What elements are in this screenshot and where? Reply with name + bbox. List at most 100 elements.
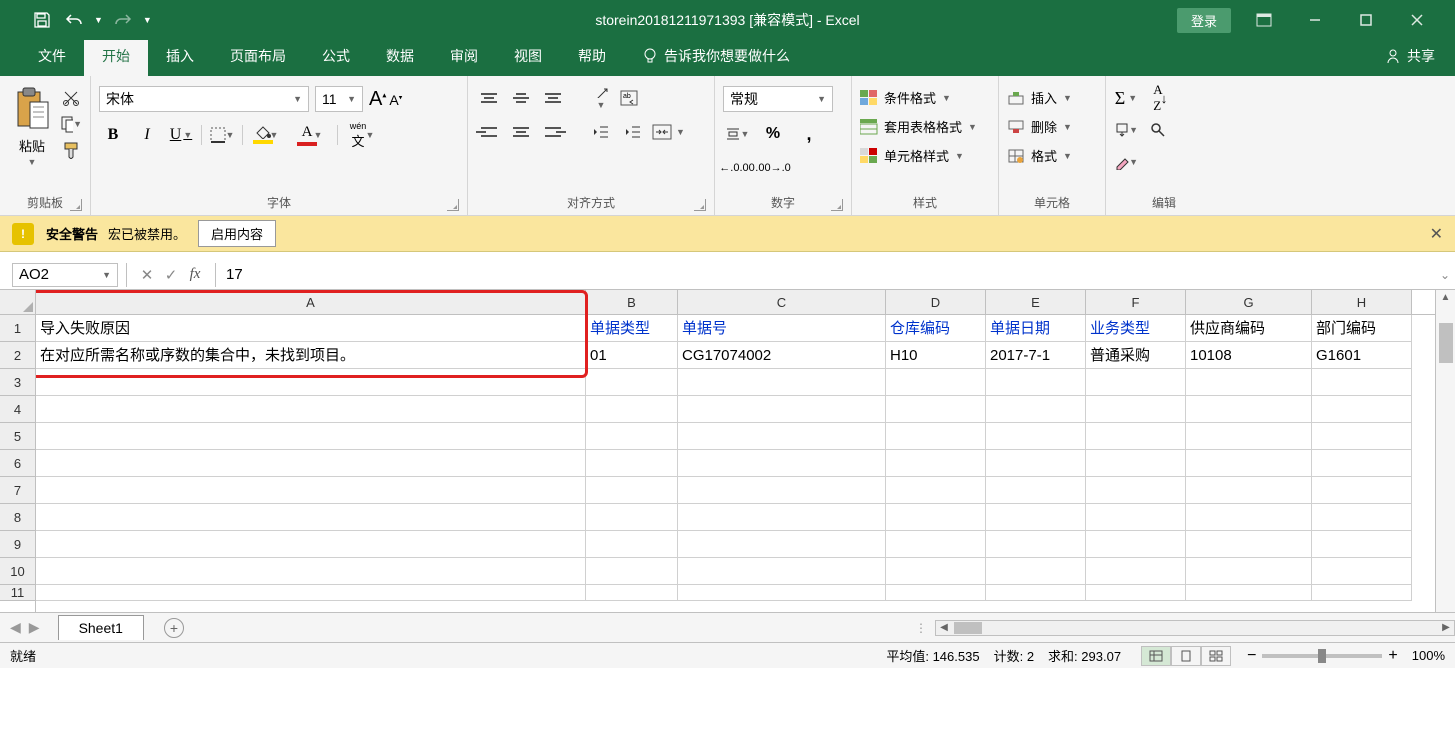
sheet-tab[interactable]: Sheet1 [58, 615, 144, 640]
cell[interactable] [886, 531, 986, 558]
cell[interactable] [986, 531, 1086, 558]
cell[interactable]: 部门编码 [1312, 315, 1412, 342]
cell[interactable] [1186, 369, 1312, 396]
cell[interactable]: H10 [886, 342, 986, 369]
bold-button[interactable]: B [99, 122, 127, 148]
column-header[interactable]: H [1312, 290, 1412, 314]
formula-expand-icon[interactable]: ⌄ [1435, 268, 1455, 282]
column-header[interactable]: G [1186, 290, 1312, 314]
cell[interactable]: 导入失败原因 [36, 315, 586, 342]
cell[interactable] [1312, 531, 1412, 558]
column-header[interactable]: C [678, 290, 886, 314]
save-icon[interactable] [30, 8, 54, 32]
cell[interactable] [986, 558, 1086, 585]
cell[interactable]: 01 [586, 342, 678, 369]
format-cells-button[interactable]: 格式▼ [1007, 144, 1097, 167]
decrease-font-icon[interactable]: A▾ [389, 92, 402, 108]
horizontal-scrollbar[interactable]: ◀▶ [935, 620, 1455, 636]
qat-customize[interactable]: ▼ [143, 15, 152, 25]
tab-nav-next-icon[interactable]: ▶ [29, 619, 40, 636]
zoom-in-button[interactable]: + [1388, 647, 1397, 665]
phonetic-button[interactable]: wén文▼ [344, 122, 372, 148]
cell[interactable] [1186, 558, 1312, 585]
cell[interactable] [886, 477, 986, 504]
cell[interactable] [1186, 531, 1312, 558]
row-header[interactable]: 5 [0, 423, 35, 450]
paste-dropdown[interactable]: ▼ [28, 157, 37, 167]
cell[interactable] [678, 423, 886, 450]
align-right-icon[interactable] [540, 120, 566, 144]
login-button[interactable]: 登录 [1177, 8, 1231, 33]
cell[interactable] [986, 504, 1086, 531]
cell[interactable] [678, 504, 886, 531]
tab-formulas[interactable]: 公式 [304, 38, 368, 76]
tab-split-handle[interactable]: ⋮ [907, 621, 935, 635]
maximize-icon[interactable] [1348, 5, 1384, 35]
cell[interactable] [36, 558, 586, 585]
select-all-corner[interactable] [0, 290, 35, 315]
font-name-select[interactable]: 宋体▼ [99, 86, 309, 112]
cell[interactable] [678, 369, 886, 396]
increase-indent-icon[interactable] [620, 120, 646, 144]
cell[interactable] [678, 450, 886, 477]
clear-icon[interactable]: ▼ [1114, 150, 1138, 174]
view-page-layout-icon[interactable] [1171, 646, 1201, 666]
formula-cancel-icon[interactable]: ✕ [135, 263, 159, 287]
row-header[interactable]: 8 [0, 504, 35, 531]
table-format-button[interactable]: 套用表格格式▼ [860, 115, 990, 138]
cell[interactable] [586, 450, 678, 477]
decrease-indent-icon[interactable] [588, 120, 614, 144]
cell[interactable] [1186, 585, 1312, 601]
increase-decimal-icon[interactable]: ←.0.00 [723, 156, 751, 180]
tab-help[interactable]: 帮助 [560, 38, 624, 76]
cell[interactable] [986, 396, 1086, 423]
security-close-icon[interactable]: ✕ [1430, 224, 1443, 244]
view-page-break-icon[interactable] [1201, 646, 1231, 666]
undo-dropdown[interactable]: ▼ [94, 15, 103, 25]
copy-icon[interactable]: ▼ [60, 114, 82, 134]
row-header[interactable]: 3 [0, 369, 35, 396]
border-button[interactable]: ▼ [208, 122, 236, 148]
autosum-icon[interactable]: Σ▼ [1114, 86, 1138, 110]
cell[interactable] [1312, 585, 1412, 601]
share-button[interactable]: 共享 [1385, 46, 1435, 76]
cell[interactable] [586, 558, 678, 585]
fill-color-button[interactable]: ▼ [249, 122, 277, 148]
column-header[interactable]: D [886, 290, 986, 314]
add-sheet-button[interactable]: + [164, 618, 184, 638]
decrease-decimal-icon[interactable]: .00→.0 [759, 156, 787, 180]
cell[interactable] [1312, 477, 1412, 504]
number-launcher[interactable] [831, 199, 843, 211]
cell[interactable] [1086, 477, 1186, 504]
cell[interactable] [1186, 477, 1312, 504]
font-size-select[interactable]: 11▼ [315, 86, 363, 112]
conditional-format-button[interactable]: 条件格式▼ [860, 86, 990, 109]
cell[interactable]: G1601 [1312, 342, 1412, 369]
accounting-format-icon[interactable]: ▼ [723, 122, 751, 146]
tab-view[interactable]: 视图 [496, 38, 560, 76]
cell[interactable] [1086, 423, 1186, 450]
name-box[interactable]: AO2▼ [12, 263, 118, 287]
row-header[interactable]: 9 [0, 531, 35, 558]
cell[interactable] [1186, 450, 1312, 477]
cell[interactable] [586, 423, 678, 450]
cell[interactable] [986, 369, 1086, 396]
cell[interactable]: 10108 [1186, 342, 1312, 369]
column-header[interactable]: F [1086, 290, 1186, 314]
tab-page-layout[interactable]: 页面布局 [212, 38, 304, 76]
tab-nav-prev-icon[interactable]: ◀ [10, 619, 21, 636]
view-normal-icon[interactable] [1141, 646, 1171, 666]
cell[interactable] [886, 423, 986, 450]
tab-file[interactable]: 文件 [20, 38, 84, 76]
cell[interactable]: 单据日期 [986, 315, 1086, 342]
tab-review[interactable]: 审阅 [432, 38, 496, 76]
cell[interactable] [678, 477, 886, 504]
cell[interactable]: 仓库编码 [886, 315, 986, 342]
column-header[interactable]: A [36, 290, 586, 314]
percent-icon[interactable]: % [759, 122, 787, 146]
cell[interactable] [36, 477, 586, 504]
cell[interactable] [986, 477, 1086, 504]
cell[interactable] [678, 558, 886, 585]
clipboard-launcher[interactable] [70, 199, 82, 211]
cell[interactable] [1086, 558, 1186, 585]
